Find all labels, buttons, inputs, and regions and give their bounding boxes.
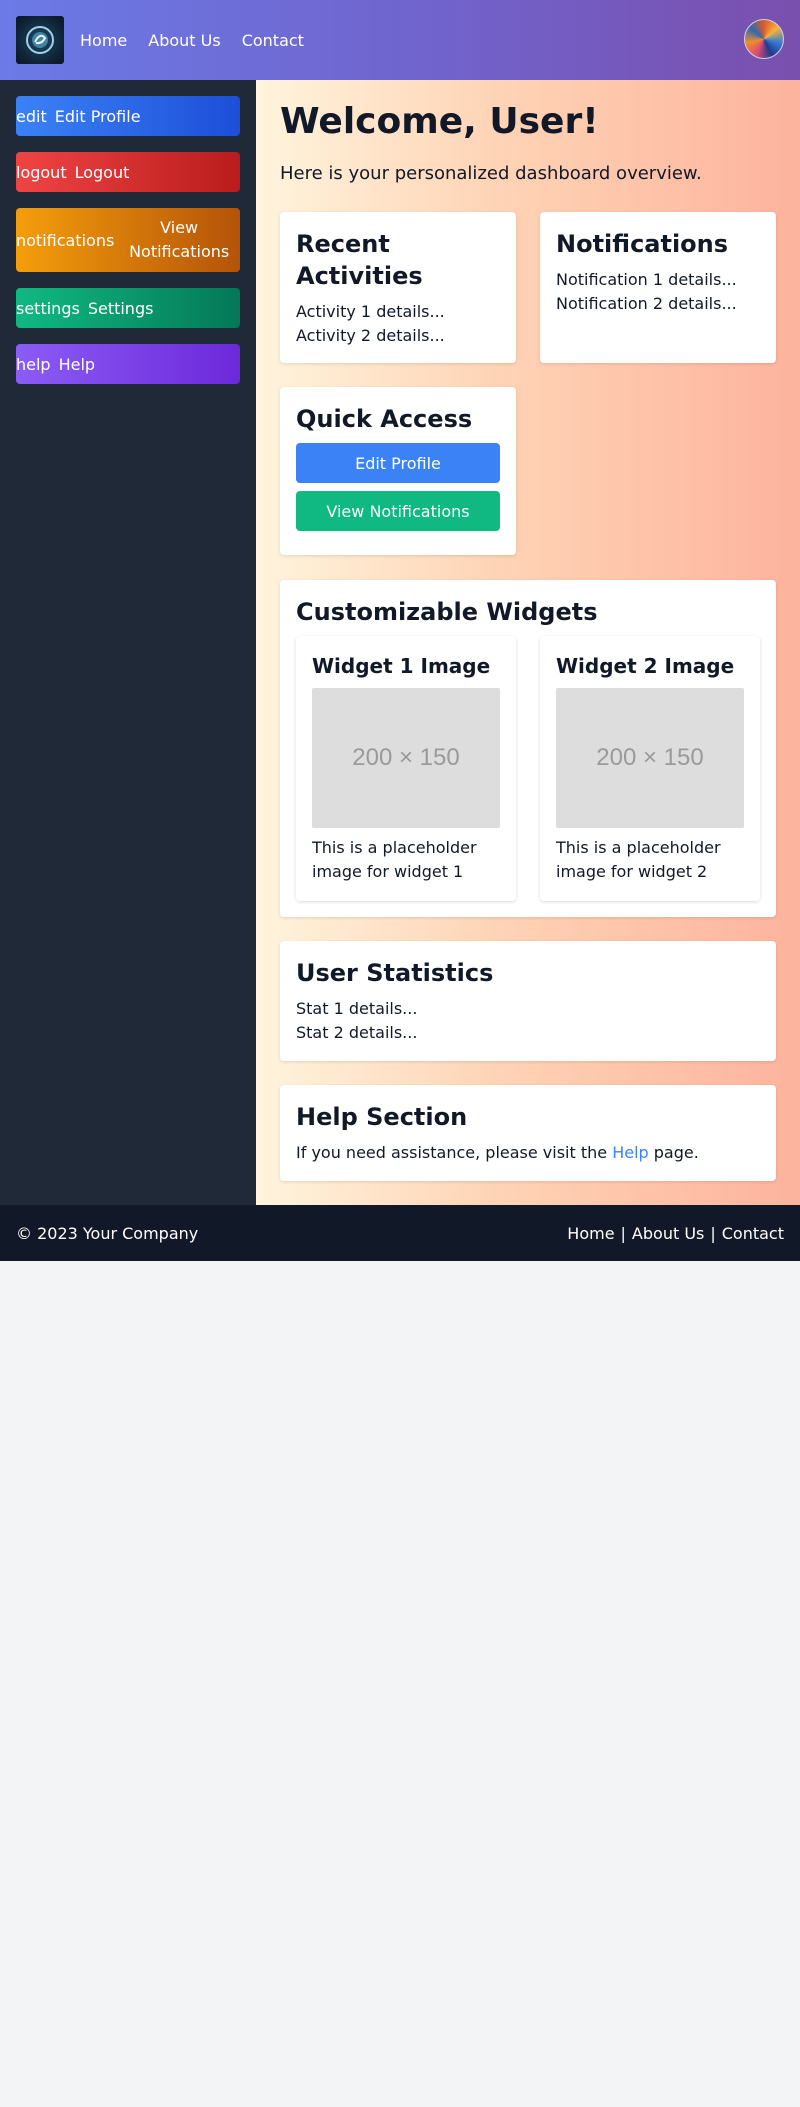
stat-item: Stat 1 details...: [296, 999, 418, 1018]
copyright-text: © 2023 Your Company: [16, 1223, 199, 1243]
footer-link-contact[interactable]: Contact: [722, 1224, 784, 1243]
widget-placeholder-image: 200 × 150: [312, 688, 500, 828]
sidebar-item-logout[interactable]: logout Logout: [16, 152, 240, 192]
widget-title: Widget 2 Image: [556, 654, 735, 678]
notification-item: Notification 1 details...: [556, 270, 737, 289]
notifications-icon: notifications: [16, 230, 115, 250]
top-header: Home About Us Contact: [0, 0, 800, 80]
sidebar-item-edit-profile[interactable]: edit Edit Profile: [16, 96, 240, 136]
recent-activities-card: Recent Activities Activity 1 details... …: [280, 212, 516, 363]
sidebar-item-settings[interactable]: settings Settings: [16, 288, 240, 328]
nav-contact[interactable]: Contact: [242, 31, 304, 50]
widget-card: Widget 2 Image 200 × 150 This is a place…: [540, 636, 760, 901]
widget-caption: This is a placeholder image for widget 1: [312, 838, 477, 881]
footer-link-about-us[interactable]: About Us: [632, 1224, 704, 1243]
activity-item: Activity 1 details...: [296, 302, 445, 321]
user-statistics-title: User Statistics: [296, 959, 494, 987]
main-content: Welcome, User! Here is your personalized…: [256, 80, 800, 1205]
quick-access-title: Quick Access: [296, 405, 473, 433]
main-nav: Home About Us Contact: [80, 31, 325, 50]
page-title: Welcome, User!: [280, 101, 599, 142]
recent-activities-title: Recent Activities: [296, 230, 423, 290]
help-text: If you need assistance, please visit the…: [296, 1141, 760, 1165]
help-text-after: page.: [648, 1143, 699, 1162]
notification-item: Notification 2 details...: [556, 294, 737, 313]
widget-caption: This is a placeholder image for widget 2: [556, 838, 721, 881]
help-section-title: Help Section: [296, 1103, 468, 1131]
edit-profile-button[interactable]: Edit Profile: [296, 443, 500, 483]
nav-about-us[interactable]: About Us: [148, 31, 220, 50]
sidebar-item-label: View Notifications: [129, 218, 230, 261]
footer-separator: |: [620, 1223, 626, 1243]
footer-links: Home | About Us | Contact: [567, 1224, 784, 1243]
help-icon: help: [16, 354, 51, 374]
page-subtitle: Here is your personalized dashboard over…: [280, 163, 702, 184]
sidebar-item-label: Settings: [87, 298, 154, 318]
footer-link-home[interactable]: Home: [567, 1224, 614, 1243]
widget-placeholder-image: 200 × 150: [556, 688, 744, 828]
sidebar: edit Edit Profile logout Logout notifica…: [0, 80, 256, 1205]
sidebar-item-help[interactable]: help Help: [16, 344, 240, 384]
footer: © 2023 Your Company Home | About Us | Contac…: [0, 1205, 800, 1261]
edit-icon: edit: [16, 106, 47, 126]
notifications-title: Notifications: [556, 230, 729, 258]
nav-home[interactable]: Home: [80, 31, 127, 50]
widget-card: Widget 1 Image 200 × 150 This is a place…: [296, 636, 516, 901]
sidebar-item-label: Help: [58, 354, 96, 374]
help-section-card: Help Section If you need assistance, ple…: [280, 1085, 776, 1181]
notifications-card: Notifications Notification 1 details... …: [540, 212, 776, 363]
widgets-title: Customizable Widgets: [296, 598, 598, 626]
quick-access-card: Quick Access Edit Profile View Notificat…: [280, 387, 516, 555]
stat-item: Stat 2 details...: [296, 1023, 418, 1042]
sidebar-item-label: Logout: [74, 162, 130, 182]
user-statistics-card: User Statistics Stat 1 details... Stat 2…: [280, 941, 776, 1061]
logo-icon: [26, 26, 54, 54]
settings-icon: settings: [16, 298, 80, 318]
avatar[interactable]: [744, 19, 784, 59]
widget-title: Widget 1 Image: [312, 654, 491, 678]
logout-icon: logout: [16, 162, 67, 182]
footer-separator: |: [710, 1223, 716, 1243]
view-notifications-button[interactable]: View Notifications: [296, 491, 500, 531]
help-text-before: If you need assistance, please visit the: [296, 1143, 613, 1162]
sidebar-item-notifications[interactable]: notifications View Notifications: [16, 208, 240, 272]
sidebar-item-label: Edit Profile: [54, 106, 141, 126]
help-link[interactable]: Help: [612, 1143, 648, 1162]
logo[interactable]: [16, 16, 64, 64]
activity-item: Activity 2 details...: [296, 326, 445, 345]
